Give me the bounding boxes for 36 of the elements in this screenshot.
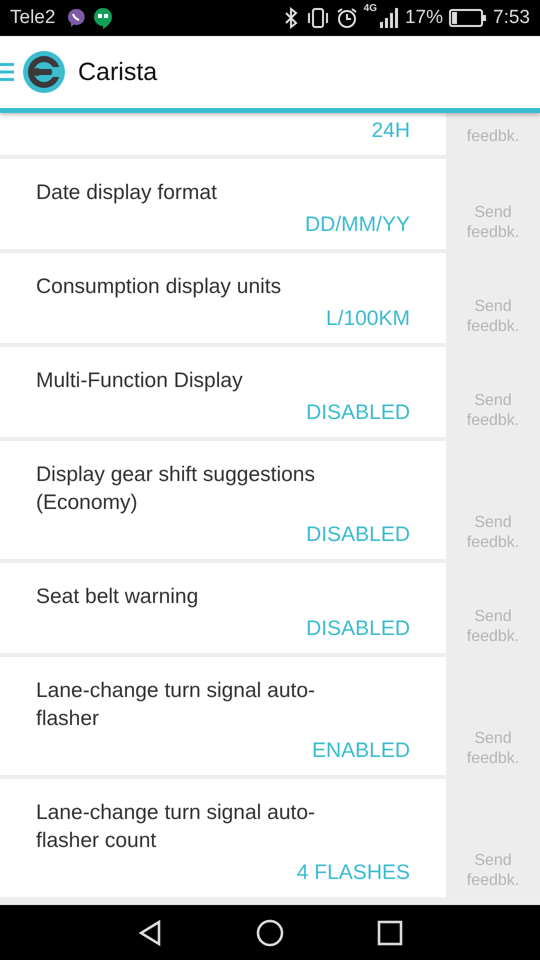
send-feedback-link[interactable]: Send feedbk.	[463, 513, 523, 553]
home-icon[interactable]	[255, 918, 285, 948]
send-feedback-link[interactable]: Send feedbk.	[463, 391, 523, 431]
clock: 7:53	[493, 7, 530, 29]
send-feedback-link[interactable]: Send feedbk.	[463, 203, 523, 243]
setting-value: 24H	[370, 118, 410, 144]
wrench-logo-icon	[22, 50, 66, 94]
send-feedback-link[interactable]: Send feedbk.	[463, 297, 523, 337]
setting-title: Date display format	[36, 180, 218, 206]
setting-title: Display gear shift suggestions (Economy)	[36, 462, 316, 516]
setting-title: Lane-change turn signal auto-flasher	[36, 678, 316, 732]
setting-title: Multi-Function Display	[36, 368, 244, 394]
setting-value: ENABLED	[310, 738, 410, 764]
setting-value: DISABLED	[305, 400, 410, 426]
battery-percent: 17%	[404, 7, 444, 29]
setting-title: Lane-change turn signal auto-flasher count	[36, 800, 316, 854]
signal-icon	[378, 7, 399, 29]
setting-value: DD/MM/YY	[304, 212, 410, 238]
quote-bubble-icon	[93, 7, 114, 29]
send-feedback-link[interactable]: Send feedbk.	[463, 851, 523, 891]
send-feedback-link[interactable]: feedbk.	[463, 127, 523, 147]
chat-bubble-icon	[65, 7, 88, 29]
app-title: Carista	[78, 58, 158, 86]
send-feedback-link[interactable]: Send feedbk.	[463, 607, 523, 647]
setting-value: L/100KM	[324, 306, 410, 332]
setting-value: 4 FLASHES	[296, 860, 410, 886]
carrier-name: Tele2	[10, 7, 56, 29]
alarm-icon	[336, 7, 358, 29]
setting-title: Seat belt warning	[36, 584, 200, 610]
send-feedback-link[interactable]: Send feedbk.	[463, 729, 523, 769]
setting-title: Consumption display units	[36, 274, 282, 300]
setting-value: DISABLED	[305, 616, 410, 642]
vibrate-icon	[306, 7, 330, 29]
setting-value: DISABLED	[305, 522, 410, 548]
network-type: 4G	[364, 3, 377, 14]
battery-icon	[449, 8, 488, 28]
